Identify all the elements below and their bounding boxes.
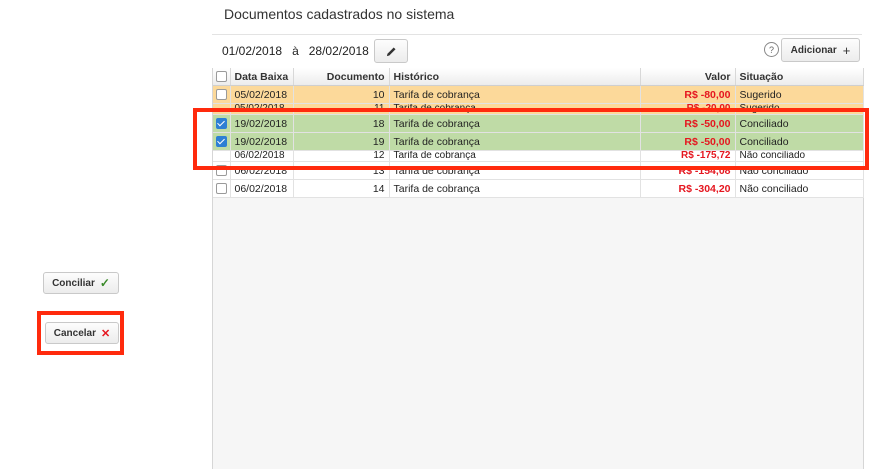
help-icon[interactable]: ? xyxy=(764,42,779,57)
cell-date: 06/02/2018 xyxy=(230,150,294,162)
title-divider xyxy=(212,34,862,35)
cell-valor: R$ -304,20 xyxy=(640,179,736,198)
plus-icon: + xyxy=(842,42,851,58)
row-checkbox[interactable] xyxy=(216,118,227,130)
row-checkbox[interactable] xyxy=(216,165,227,177)
cell-date: 06/02/2018 xyxy=(230,179,294,198)
cell-hist: Tarifa de cobrança xyxy=(389,150,641,162)
cell-situacao: Não conciliado xyxy=(735,179,864,198)
col-historico[interactable]: Histórico xyxy=(389,68,641,86)
edit-date-button[interactable] xyxy=(374,39,408,63)
cell-valor: R$ -154,08 xyxy=(640,161,736,180)
table-row[interactable]: 05/02/2018 10 Tarifa de cobrança R$ -80,… xyxy=(213,85,864,104)
row-checkbox[interactable] xyxy=(216,89,227,101)
cell-situacao: Conciliado xyxy=(735,114,864,133)
col-situacao[interactable]: Situação xyxy=(735,68,864,86)
table-row[interactable]: 05/02/2018 11 Tarifa de cobrança R$ -20,… xyxy=(213,103,864,115)
documents-grid: Data Baixa Documento Histórico Valor Sit… xyxy=(212,68,864,469)
add-button-label: Adicionar xyxy=(790,44,837,56)
table-row[interactable]: 19/02/2018 19 Tarifa de cobrança R$ -50,… xyxy=(213,132,864,151)
pencil-icon xyxy=(386,46,396,56)
cell-valor: R$ -50,00 xyxy=(640,114,736,133)
conciliar-label: Conciliar xyxy=(52,277,95,289)
cell-doc: 19 xyxy=(293,132,390,151)
cell-situacao: Sugerido xyxy=(735,103,864,115)
cell-valor: R$ -175,72 xyxy=(640,150,736,162)
add-button[interactable]: Adicionar + xyxy=(781,38,860,62)
cell-situacao: Não conciliado xyxy=(735,161,864,180)
conciliar-button[interactable]: Conciliar ✓ xyxy=(43,272,119,294)
cell-valor: R$ -80,00 xyxy=(640,85,736,104)
date-start: 01/02/2018 xyxy=(222,44,283,58)
documents-table: Data Baixa Documento Histórico Valor Sit… xyxy=(213,68,864,198)
table-row[interactable]: 19/02/2018 18 Tarifa de cobrança R$ -50,… xyxy=(213,114,864,133)
cell-doc: 14 xyxy=(293,179,390,198)
cell-date: 19/02/2018 xyxy=(230,132,294,151)
table-row[interactable]: 06/02/2018 13 Tarifa de cobrança R$ -154… xyxy=(213,161,864,180)
col-data-baixa[interactable]: Data Baixa xyxy=(230,68,294,86)
row-checkbox[interactable] xyxy=(216,136,227,148)
table-header: Data Baixa Documento Histórico Valor Sit… xyxy=(213,68,864,86)
select-all-cell[interactable] xyxy=(213,68,231,86)
cell-doc: 13 xyxy=(293,161,390,180)
cell-hist: Tarifa de cobrança xyxy=(389,85,641,104)
close-icon: ✕ xyxy=(101,327,111,340)
cell-date: 05/02/2018 xyxy=(230,85,294,104)
col-documento[interactable]: Documento xyxy=(293,68,390,86)
select-all-checkbox[interactable] xyxy=(216,71,227,83)
cancelar-label: Cancelar xyxy=(53,327,97,339)
cell-date: 06/02/2018 xyxy=(230,161,294,180)
col-valor[interactable]: Valor xyxy=(640,68,736,86)
cell-hist: Tarifa de cobrança xyxy=(389,103,641,115)
cell-situacao: Sugerido xyxy=(735,85,864,104)
cell-doc: 10 xyxy=(293,85,390,104)
table-row[interactable]: 06/02/2018 14 Tarifa de cobrança R$ -304… xyxy=(213,179,864,198)
table-row[interactable]: 06/02/2018 12 Tarifa de cobrança R$ -175… xyxy=(213,150,864,162)
cell-valor: R$ -50,00 xyxy=(640,132,736,151)
cell-hist: Tarifa de cobrança xyxy=(389,114,641,133)
cancelar-button[interactable]: Cancelar ✕ xyxy=(45,322,119,344)
cell-doc: 18 xyxy=(293,114,390,133)
cell-doc: 12 xyxy=(293,150,390,162)
cell-date: 05/02/2018 xyxy=(230,103,294,115)
cell-situacao: Conciliado xyxy=(735,132,864,151)
date-separator: à xyxy=(292,44,299,58)
cell-hist: Tarifa de cobrança xyxy=(389,132,641,151)
date-end: 28/02/2018 xyxy=(308,44,369,58)
check-icon: ✓ xyxy=(99,276,110,290)
panel-title: Documentos cadastrados no sistema xyxy=(224,6,455,22)
cell-situacao: Não conciliado xyxy=(735,150,864,162)
date-range: 01/02/2018 à 28/02/2018 xyxy=(222,44,369,58)
row-checkbox[interactable] xyxy=(216,183,227,195)
cell-hist: Tarifa de cobrança xyxy=(389,179,641,198)
cell-date: 19/02/2018 xyxy=(230,114,294,133)
cell-doc: 11 xyxy=(293,103,390,115)
cell-hist: Tarifa de cobrança xyxy=(389,161,641,180)
cell-valor: R$ -20,00 xyxy=(640,103,736,115)
